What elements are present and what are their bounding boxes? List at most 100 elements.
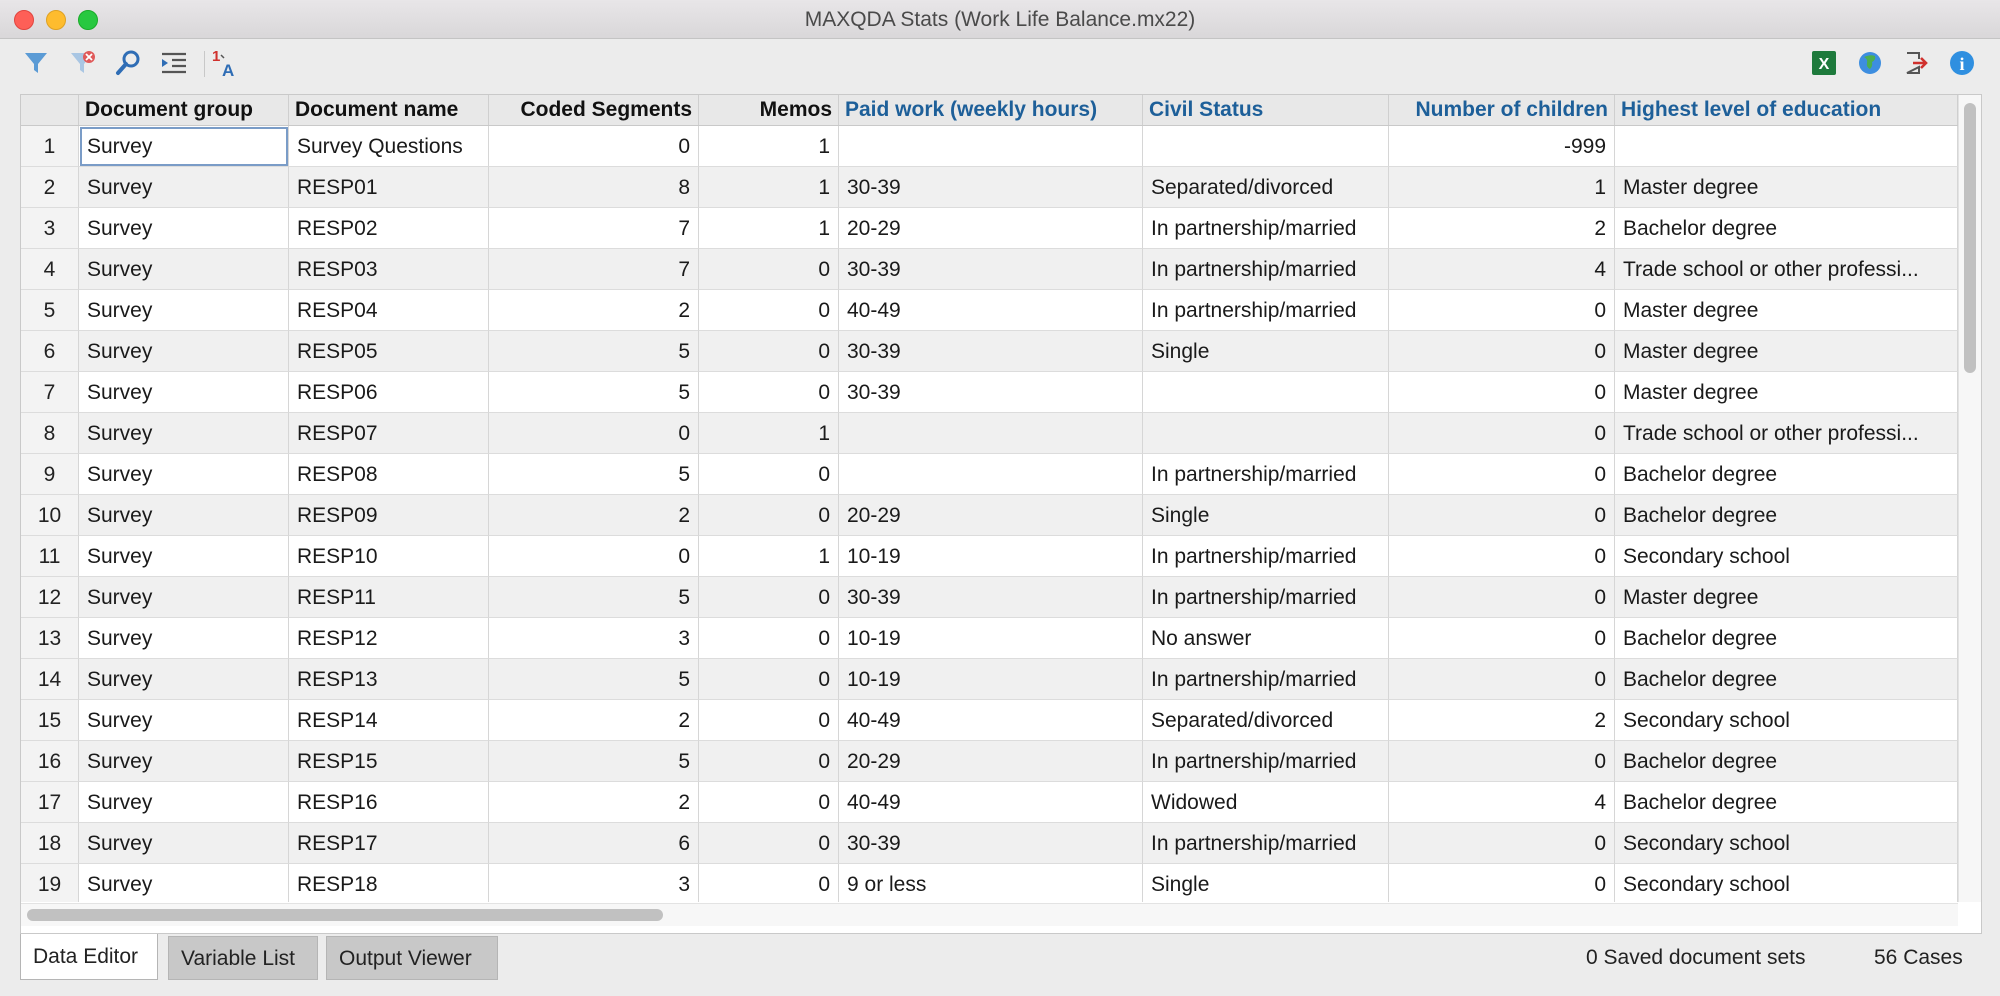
cell-paid[interactable] (839, 454, 1143, 495)
cell-coded[interactable]: 2 (489, 495, 699, 536)
cell-paid[interactable]: 10-19 (839, 659, 1143, 700)
cell-group[interactable]: Survey (79, 495, 289, 536)
cell-name[interactable]: RESP01 (289, 167, 489, 208)
cell-memos[interactable]: 0 (699, 741, 839, 782)
cell-civil[interactable]: In partnership/married (1143, 536, 1389, 577)
cell-memos[interactable]: 0 (699, 823, 839, 864)
table-row[interactable]: 12 Survey RESP11 5 0 30-39 In partnership/marr… (21, 577, 1958, 618)
cell-group[interactable]: Survey (79, 454, 289, 495)
cell-name[interactable]: RESP12 (289, 618, 489, 659)
table-row[interactable]: 14 Survey RESP13 5 0 10-19 In partnership/marr… (21, 659, 1958, 700)
cell-civil[interactable]: In partnership/married (1143, 577, 1389, 618)
cell-edu[interactable]: Secondary school (1615, 700, 1958, 741)
cell-edu[interactable]: Master degree (1615, 167, 1958, 208)
cell-memos[interactable]: 1 (699, 126, 839, 167)
cell-children[interactable]: 0 (1389, 290, 1615, 331)
cell-civil[interactable]: In partnership/married (1143, 741, 1389, 782)
vertical-scroll-thumb[interactable] (1964, 103, 1976, 373)
cell-children[interactable]: 0 (1389, 413, 1615, 454)
cell-civil[interactable] (1143, 413, 1389, 454)
cell-name[interactable]: RESP06 (289, 372, 489, 413)
cell-edu[interactable]: Bachelor degree (1615, 782, 1958, 823)
column-header-paid-work[interactable]: Paid work (weekly hours) (839, 95, 1143, 125)
cell-civil[interactable]: Single (1143, 495, 1389, 536)
cell-group[interactable]: Survey (79, 290, 289, 331)
table-row[interactable]: 17 Survey RESP16 2 0 40-49 Widowed 4 Bachelor de… (21, 782, 1958, 823)
cell-coded[interactable]: 5 (489, 741, 699, 782)
cell-memos[interactable]: 1 (699, 208, 839, 249)
cell-memos[interactable]: 1 (699, 167, 839, 208)
clear-filter-icon[interactable] (66, 47, 98, 79)
cell-coded[interactable]: 0 (489, 126, 699, 167)
cell-paid[interactable]: 20-29 (839, 495, 1143, 536)
cell-civil[interactable]: Single (1143, 864, 1389, 902)
table-row[interactable]: 2 Survey RESP01 8 1 30-39 Separated/divorced 1 M… (21, 167, 1958, 208)
cell-group[interactable]: Survey (79, 208, 289, 249)
cell-group[interactable]: Survey (79, 823, 289, 864)
search-icon[interactable] (112, 47, 144, 79)
cell-name[interactable]: RESP05 (289, 331, 489, 372)
cell-memos[interactable]: 0 (699, 372, 839, 413)
cell-edu[interactable]: Master degree (1615, 331, 1958, 372)
cell-memos[interactable]: 0 (699, 700, 839, 741)
cell-coded[interactable]: 5 (489, 454, 699, 495)
cell-group[interactable]: Survey (79, 249, 289, 290)
cell-memos[interactable]: 0 (699, 249, 839, 290)
cell-children[interactable]: 1 (1389, 167, 1615, 208)
cell-coded[interactable]: 2 (489, 290, 699, 331)
cell-edu[interactable]: Master degree (1615, 372, 1958, 413)
tab-output-viewer[interactable]: Output Viewer (326, 936, 498, 980)
cell-edu[interactable] (1615, 126, 1958, 167)
cell-children[interactable]: 0 (1389, 372, 1615, 413)
cell-civil[interactable]: Separated/divorced (1143, 167, 1389, 208)
cell-group[interactable]: Survey (79, 782, 289, 823)
cell-memos[interactable]: 0 (699, 290, 839, 331)
cell-memos[interactable]: 0 (699, 577, 839, 618)
cell-paid[interactable]: 30-39 (839, 167, 1143, 208)
table-row[interactable]: 15 Survey RESP14 2 0 40-49 Separated/divorced 2… (21, 700, 1958, 741)
cell-edu[interactable]: Bachelor degree (1615, 659, 1958, 700)
cell-civil[interactable]: In partnership/married (1143, 290, 1389, 331)
cell-paid[interactable]: 30-39 (839, 823, 1143, 864)
table-row[interactable]: 18 Survey RESP17 6 0 30-39 In partnership/marr… (21, 823, 1958, 864)
cell-name[interactable]: RESP16 (289, 782, 489, 823)
cell-coded[interactable]: 3 (489, 864, 699, 902)
cell-civil[interactable]: Separated/divorced (1143, 700, 1389, 741)
cell-children[interactable]: -999 (1389, 126, 1615, 167)
cell-children[interactable]: 0 (1389, 331, 1615, 372)
cell-edu[interactable]: Master degree (1615, 290, 1958, 331)
column-header-highest-education[interactable]: Highest level of education (1615, 95, 1958, 125)
cell-civil[interactable]: In partnership/married (1143, 823, 1389, 864)
column-header-document-name[interactable]: Document name (289, 95, 489, 125)
cell-paid[interactable]: 30-39 (839, 372, 1143, 413)
cell-paid[interactable]: 9 or less (839, 864, 1143, 902)
cell-paid[interactable]: 40-49 (839, 700, 1143, 741)
table-row[interactable]: 16 Survey RESP15 5 0 20-29 In partnership/marr… (21, 741, 1958, 782)
web-export-icon[interactable] (1854, 47, 1886, 79)
cell-memos[interactable]: 0 (699, 864, 839, 902)
cell-coded[interactable]: 5 (489, 331, 699, 372)
table-row[interactable]: 7 Survey RESP06 5 0 30-39 0 Master degree (21, 372, 1958, 413)
cell-memos[interactable]: 0 (699, 659, 839, 700)
horizontal-scrollbar[interactable] (21, 903, 1958, 926)
column-header-number-of-children[interactable]: Number of children (1389, 95, 1615, 125)
table-row[interactable]: 11 Survey RESP10 0 1 10-19 In partnership/marr… (21, 536, 1958, 577)
cell-group[interactable]: Survey (79, 167, 289, 208)
cell-coded[interactable]: 7 (489, 208, 699, 249)
cell-name[interactable]: RESP07 (289, 413, 489, 454)
cell-group[interactable]: Survey (79, 536, 289, 577)
cell-paid[interactable]: 30-39 (839, 577, 1143, 618)
info-icon[interactable]: i (1946, 47, 1978, 79)
cell-civil[interactable] (1143, 372, 1389, 413)
cell-children[interactable]: 4 (1389, 249, 1615, 290)
table-row[interactable]: 6 Survey RESP05 5 0 30-39 Single 0 Master degree (21, 331, 1958, 372)
cell-edu[interactable]: Bachelor degree (1615, 208, 1958, 249)
table-row[interactable]: 5 Survey RESP04 2 0 40-49 In partnership/marri… (21, 290, 1958, 331)
cell-edu[interactable]: Trade school or other professi... (1615, 249, 1958, 290)
table-row[interactable]: 10 Survey RESP09 2 0 20-29 Single 0 Bachelor deg… (21, 495, 1958, 536)
cell-paid[interactable]: 10-19 (839, 618, 1143, 659)
cell-coded[interactable]: 7 (489, 249, 699, 290)
cell-children[interactable]: 4 (1389, 782, 1615, 823)
exit-icon[interactable] (1900, 47, 1932, 79)
table-row[interactable]: 1 Survey Survey Questions 0 1 -999 (21, 126, 1958, 167)
